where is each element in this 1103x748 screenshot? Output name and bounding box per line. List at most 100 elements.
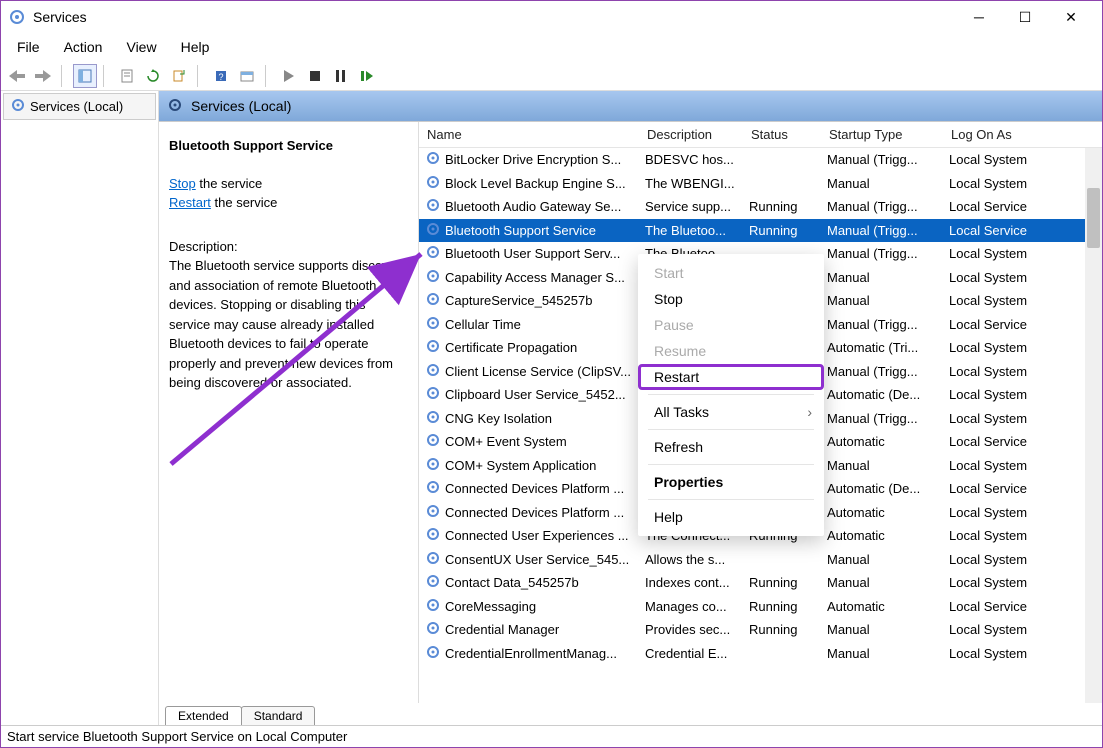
service-startup: Manual (Trigg... [821, 364, 943, 379]
toolbar: ? [1, 61, 1102, 91]
close-button[interactable]: ✕ [1048, 1, 1094, 33]
menu-file[interactable]: File [5, 35, 52, 59]
gear-icon [425, 150, 441, 169]
service-desc: The Bluetoo... [639, 223, 743, 238]
ctx-stop[interactable]: Stop [638, 286, 824, 312]
menu-view[interactable]: View [114, 35, 168, 59]
service-row[interactable]: CredentialEnrollmentManag...Credential E… [419, 642, 1102, 666]
service-logon: Local System [943, 387, 1053, 402]
service-logon: Local System [943, 528, 1053, 543]
gear-icon [425, 409, 441, 428]
service-startup: Manual [821, 552, 943, 567]
minimize-button[interactable]: ─ [956, 1, 1002, 33]
service-startup: Manual (Trigg... [821, 152, 943, 167]
description-text: The Bluetooth service supports discovery… [169, 256, 408, 393]
service-startup: Manual [821, 270, 943, 285]
gear-icon [425, 315, 441, 334]
service-row[interactable]: BitLocker Drive Encryption S...BDESVC ho… [419, 148, 1102, 172]
gear-icon [425, 221, 441, 240]
gear-icon [425, 197, 441, 216]
service-name: Contact Data_545257b [445, 575, 579, 590]
service-name: Bluetooth User Support Serv... [445, 246, 620, 261]
refresh-button[interactable] [141, 64, 165, 88]
service-logon: Local System [943, 364, 1053, 379]
tab-standard[interactable]: Standard [241, 706, 316, 725]
service-startup: Automatic (De... [821, 387, 943, 402]
gear-icon [425, 338, 441, 357]
service-name: Clipboard User Service_5452... [445, 387, 626, 402]
service-row[interactable]: Bluetooth Audio Gateway Se...Service sup… [419, 195, 1102, 219]
service-logon: Local System [943, 340, 1053, 355]
tree-node-services-local[interactable]: Services (Local) [3, 93, 156, 120]
service-startup: Manual (Trigg... [821, 199, 943, 214]
menubar: File Action View Help [1, 33, 1102, 61]
ctx-pause: Pause [638, 312, 824, 338]
menu-help[interactable]: Help [169, 35, 222, 59]
service-name: Block Level Backup Engine S... [445, 176, 626, 191]
start-service-button[interactable] [277, 64, 301, 88]
gear-icon [425, 244, 441, 263]
ctx-all-tasks[interactable]: All Tasks [638, 399, 824, 425]
maximize-button[interactable]: ☐ [1002, 1, 1048, 33]
service-startup: Manual [821, 622, 943, 637]
service-status: Running [743, 599, 821, 614]
service-name: ConsentUX User Service_545... [445, 552, 629, 567]
service-row[interactable]: CoreMessagingManages co...RunningAutomat… [419, 595, 1102, 619]
service-startup: Manual [821, 176, 943, 191]
service-logon: Local Service [943, 434, 1053, 449]
gear-icon [425, 432, 441, 451]
restart-service-button[interactable] [355, 64, 379, 88]
service-startup: Automatic [821, 528, 943, 543]
service-logon: Local System [943, 176, 1053, 191]
service-row[interactable]: ConsentUX User Service_545...Allows the … [419, 548, 1102, 572]
col-logon[interactable]: Log On As [943, 122, 1053, 147]
service-startup: Manual (Trigg... [821, 411, 943, 426]
tree-node-label: Services (Local) [30, 99, 123, 114]
back-button[interactable] [5, 64, 29, 88]
col-startup[interactable]: Startup Type [821, 122, 943, 147]
col-description[interactable]: Description [639, 122, 743, 147]
service-startup: Manual [821, 293, 943, 308]
tab-extended[interactable]: Extended [165, 706, 242, 725]
service-logon: Local Service [943, 481, 1053, 496]
menu-action[interactable]: Action [52, 35, 115, 59]
ctx-help[interactable]: Help [638, 504, 824, 530]
forward-button[interactable] [31, 64, 55, 88]
col-status[interactable]: Status [743, 122, 821, 147]
service-row[interactable]: Block Level Backup Engine S...The WBENGI… [419, 172, 1102, 196]
content-header-label: Services (Local) [191, 98, 291, 114]
pause-service-button[interactable] [329, 64, 353, 88]
stop-service-button[interactable] [303, 64, 327, 88]
ctx-resume: Resume [638, 338, 824, 364]
service-row[interactable]: Credential ManagerProvides sec...Running… [419, 618, 1102, 642]
stop-link[interactable]: Stop [169, 176, 196, 191]
service-status: Running [743, 223, 821, 238]
scrollbar-thumb[interactable] [1087, 188, 1100, 248]
vertical-scrollbar[interactable] [1085, 148, 1102, 703]
ctx-properties[interactable]: Properties [638, 469, 824, 495]
gear-icon [425, 268, 441, 287]
ctx-refresh[interactable]: Refresh [638, 434, 824, 460]
status-text: Start service Bluetooth Support Service … [7, 729, 347, 744]
gear-icon [425, 644, 441, 663]
service-logon: Local System [943, 458, 1053, 473]
svg-text:?: ? [218, 72, 223, 82]
properties-button[interactable] [115, 64, 139, 88]
service-row[interactable]: Bluetooth Support Service The Bluetoo...R… [419, 219, 1102, 243]
help-button[interactable]: ? [209, 64, 233, 88]
gear-icon [425, 550, 441, 569]
gear-icon [425, 174, 441, 193]
show-hide-tree-button[interactable] [73, 64, 97, 88]
ctx-start: Start [638, 260, 824, 286]
help2-button[interactable] [235, 64, 259, 88]
export-button[interactable] [167, 64, 191, 88]
gear-icon [425, 620, 441, 639]
content-header: Services (Local) [159, 91, 1102, 121]
col-name[interactable]: Name [419, 122, 639, 147]
service-name: Bluetooth Support Service [445, 223, 596, 238]
ctx-restart[interactable]: Restart [638, 364, 824, 390]
restart-link[interactable]: Restart [169, 195, 211, 210]
service-row[interactable]: Contact Data_545257bIndexes cont...Runni… [419, 571, 1102, 595]
service-startup: Manual (Trigg... [821, 223, 943, 238]
service-logon: Local Service [943, 317, 1053, 332]
